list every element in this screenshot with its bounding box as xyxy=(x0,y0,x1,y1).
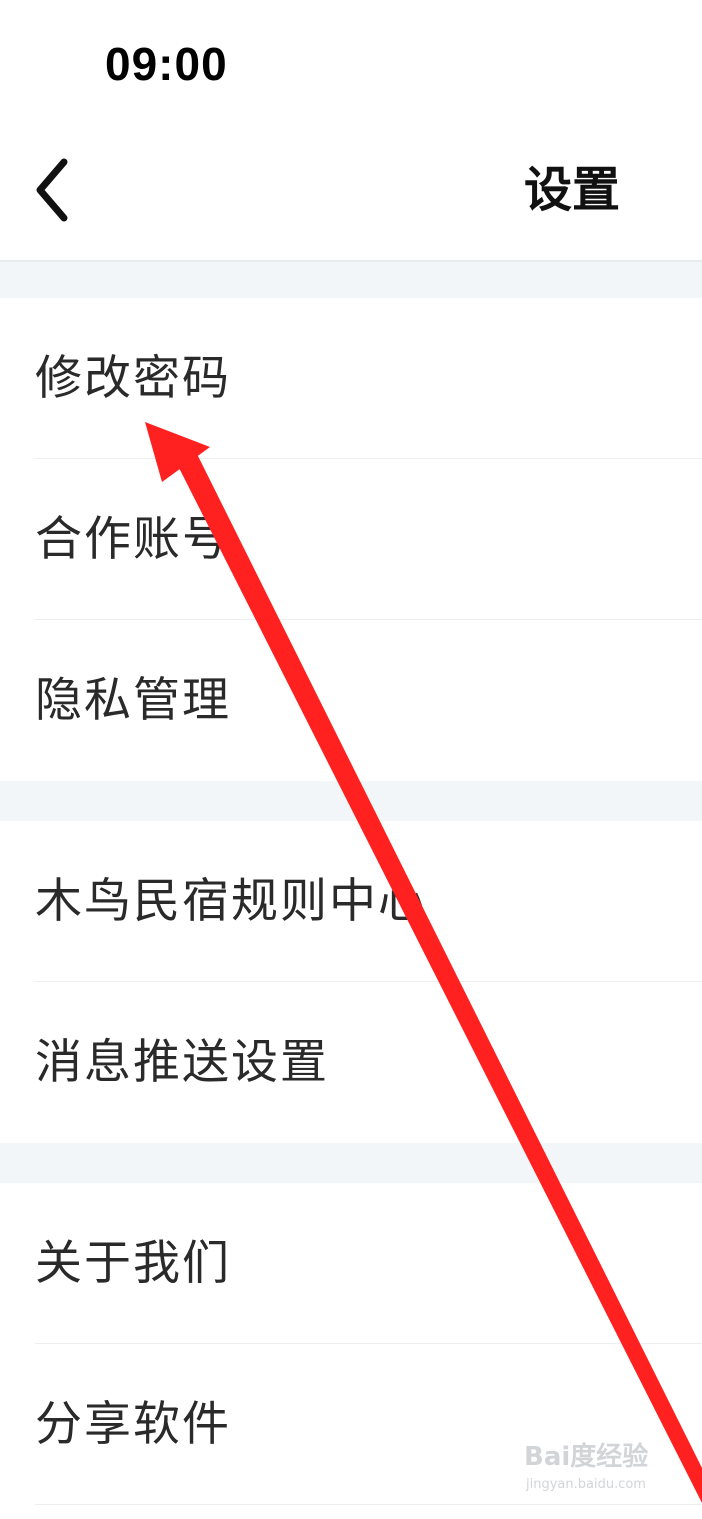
menu-item-label: 木鸟民宿规则中心 xyxy=(35,873,427,929)
section-gap xyxy=(0,262,702,298)
menu-item-label: 修改密码 xyxy=(35,350,231,406)
watermark-logo: Bai度经验 xyxy=(524,1442,649,1472)
menu-item-privacy[interactable]: 隐私管理 xyxy=(0,620,702,781)
menu-item-label: 隐私管理 xyxy=(35,672,231,728)
menu-item-about-us[interactable]: 关于我们 xyxy=(0,1183,702,1344)
menu-item-label: 关于我们 xyxy=(35,1235,231,1291)
menu-item-push-settings[interactable]: 消息推送设置 xyxy=(0,982,702,1143)
menu-item-change-password[interactable]: 修改密码 xyxy=(0,298,702,459)
back-button[interactable] xyxy=(20,150,90,230)
menu-item-partner-account[interactable]: 合作账号 xyxy=(0,459,702,620)
chevron-left-icon xyxy=(36,158,68,222)
watermark: Bai度经验 jingyan.baidu.com xyxy=(524,1440,664,1506)
section-gap xyxy=(0,1143,702,1183)
page-title: 设置 xyxy=(523,162,620,218)
section-gap xyxy=(0,781,702,821)
menu-item-label: 消息推送设置 xyxy=(35,1034,329,1090)
nav-bar: 设置 xyxy=(0,120,702,260)
menu-item-rules-center[interactable]: 木鸟民宿规则中心 xyxy=(0,821,702,982)
menu-item-label: 合作账号 xyxy=(35,511,231,567)
status-bar: 09:00 xyxy=(0,0,702,120)
menu-item-label: 分享软件 xyxy=(35,1396,231,1452)
status-time: 09:00 xyxy=(105,38,228,90)
watermark-url: jingyan.baidu.com xyxy=(526,1477,646,1492)
